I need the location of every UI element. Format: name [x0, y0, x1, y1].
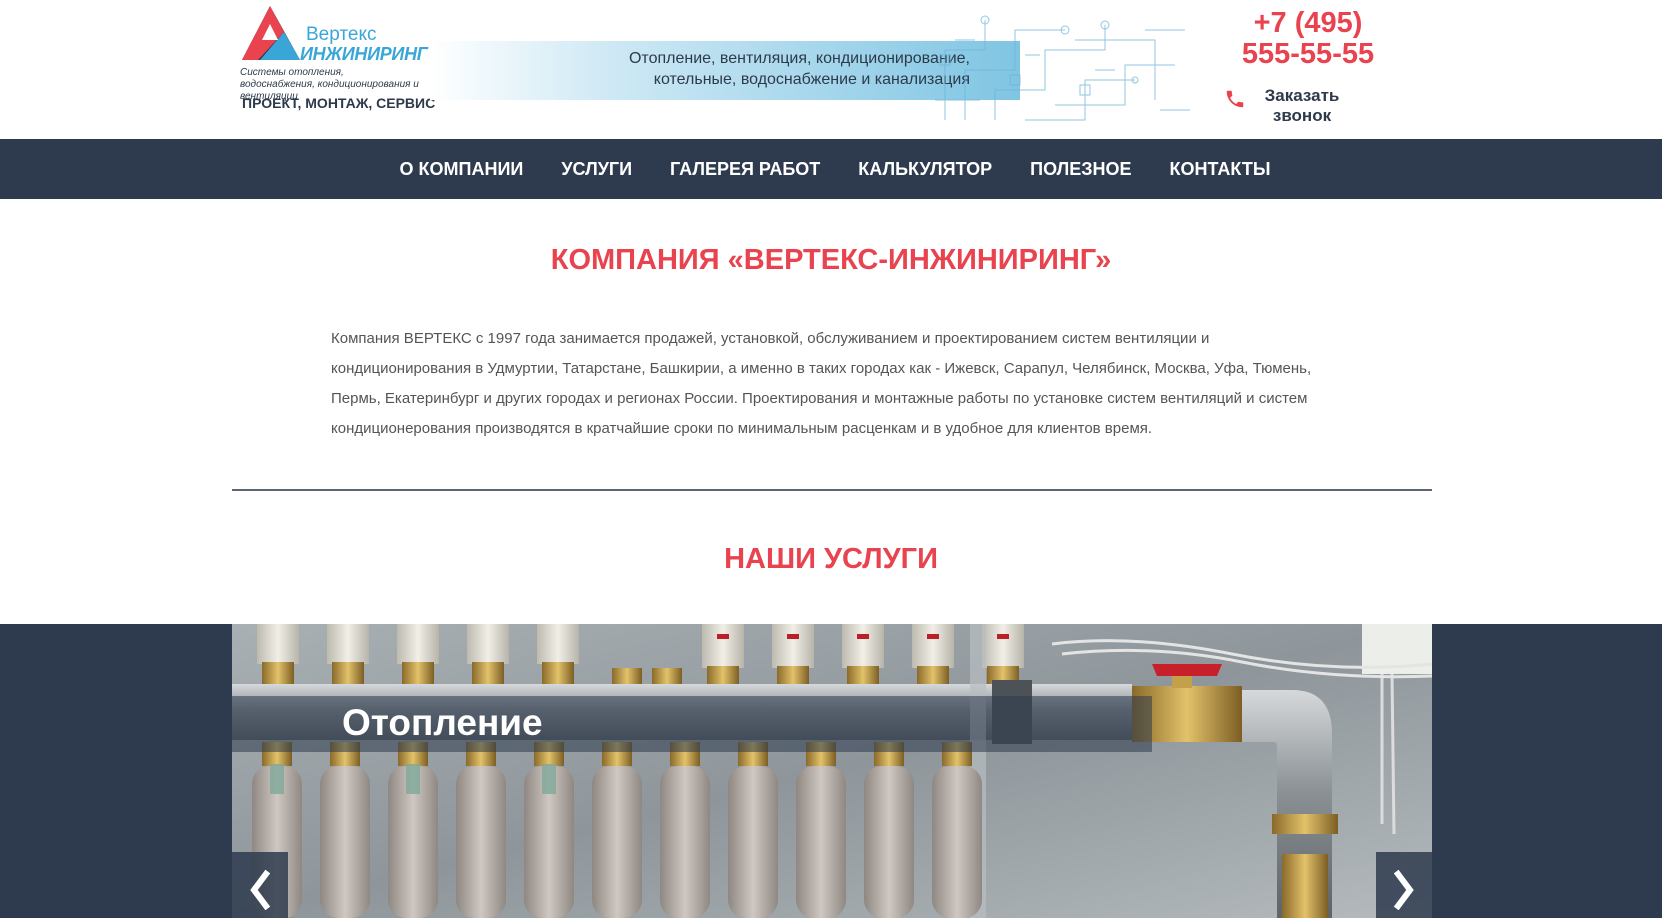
phone-icon — [1226, 90, 1244, 108]
phone-line-1: +7 (495) — [1253, 7, 1363, 39]
order-call-label: Заказать звонок — [1252, 86, 1352, 126]
site-header: Вертекс ИНЖИНИРИНГ Системы отопления, во… — [0, 0, 1662, 139]
phone-number[interactable]: +7 (495) 555-55-55 — [1238, 8, 1378, 70]
nav-item-gallery[interactable]: ГАЛЕРЕЯ РАБОТ — [651, 159, 839, 180]
chevron-right-icon — [1393, 869, 1414, 911]
chevron-left-icon — [250, 869, 271, 911]
about-text: Компания ВЕРТЕКС с 1997 года занимается … — [331, 330, 1312, 437]
section-divider — [232, 489, 1432, 491]
banner-text: Отопление, вентиляция, кондиционирование… — [629, 48, 970, 90]
slider-next-button[interactable] — [1376, 852, 1432, 918]
order-call-button[interactable]: Заказать звонок — [1224, 86, 1364, 128]
logo-word-engineering: ИНЖИНИРИНГ — [300, 44, 428, 64]
nav-item-about[interactable]: О КОМПАНИИ — [381, 159, 543, 180]
nav-menu: О КОМПАНИИ УСЛУГИ ГАЛЕРЕЯ РАБОТ КАЛЬКУЛЯ… — [0, 139, 1662, 199]
logo-tagline: ПРОЕКТ, МОНТАЖ, СЕРВИС — [242, 95, 436, 111]
nav-item-contacts[interactable]: КОНТАКТЫ — [1151, 159, 1290, 180]
banner-line-2: котельные, водоснабжение и канализация — [653, 71, 970, 88]
logo-word-vertex: Вертекс — [306, 24, 377, 45]
main-navigation: О КОМПАНИИ УСЛУГИ ГАЛЕРЕЯ РАБОТ КАЛЬКУЛЯ… — [0, 139, 1662, 199]
slide-caption: Отопление — [232, 696, 1152, 752]
call-line-1: Заказать — [1264, 86, 1340, 105]
nav-item-services[interactable]: УСЛУГИ — [542, 159, 651, 180]
logo-triangle-icon — [242, 6, 300, 60]
company-logo[interactable]: Вертекс ИНЖИНИРИНГ Системы отопления, во… — [240, 4, 435, 114]
nav-item-calculator[interactable]: КАЛЬКУЛЯТОР — [839, 159, 1011, 180]
slider-prev-button[interactable] — [232, 852, 288, 918]
blueprint-graphic — [935, 15, 1190, 121]
nav-item-useful[interactable]: ПОЛЕЗНОЕ — [1011, 159, 1150, 180]
phone-line-2: 555-55-55 — [1241, 38, 1375, 70]
services-slider: Отопление — [0, 624, 1662, 918]
heating-manifold-image — [232, 624, 1432, 918]
banner-line-1: Отопление, вентиляция, кондиционирование… — [628, 50, 970, 67]
call-line-2: звонок — [1272, 106, 1332, 125]
services-heading: НАШИ УСЛУГИ — [724, 543, 938, 575]
company-heading: КОМПАНИЯ «ВЕРТЕКС-ИНЖИНИРИНГ» — [550, 244, 1112, 276]
slide-title: Отопление — [342, 702, 543, 743]
